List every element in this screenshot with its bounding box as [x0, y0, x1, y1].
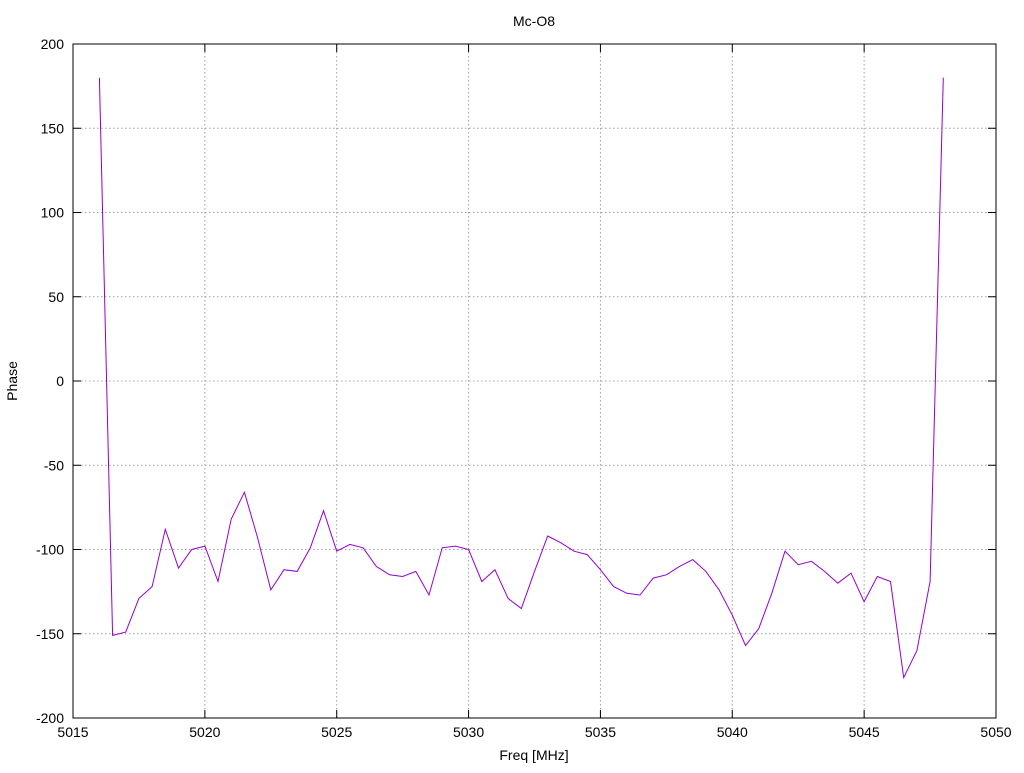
- y-tick-label: -50: [44, 457, 64, 473]
- x-tick-label: 5020: [189, 724, 220, 740]
- x-tick-label: 5045: [849, 724, 880, 740]
- x-tick-label: 5015: [57, 724, 88, 740]
- y-tick-label: 100: [41, 205, 65, 221]
- y-tick-label: -200: [36, 710, 64, 726]
- y-tick-label: 200: [41, 36, 65, 52]
- axis-ticks: 5015 5020 5025 5030 5035 5040 5045 5050 -200 -150…: [36, 36, 1012, 740]
- y-tick-label: -100: [36, 542, 64, 558]
- y-tick-label: -150: [36, 626, 64, 642]
- x-tick-label: 5035: [585, 724, 616, 740]
- data-series: [98, 77, 944, 680]
- phase-series-line: [98, 77, 944, 680]
- y-axis-label: Phase: [4, 361, 20, 401]
- y-tick-label: 50: [48, 289, 64, 305]
- x-tick-label: 5030: [453, 724, 484, 740]
- x-tick-label: 5050: [980, 724, 1011, 740]
- chart-title: Mc-O8: [513, 13, 555, 29]
- chart: 5015 5020 5025 5030 5035 5040 5045 5050 -200 -150…: [4, 13, 1012, 763]
- x-tick-label: 5040: [717, 724, 748, 740]
- y-tick-label: 0: [56, 373, 64, 389]
- x-axis-label: Freq [MHz]: [499, 747, 568, 763]
- x-tick-label: 5025: [321, 724, 352, 740]
- grid-lines: [73, 44, 996, 718]
- y-tick-label: 150: [41, 120, 65, 136]
